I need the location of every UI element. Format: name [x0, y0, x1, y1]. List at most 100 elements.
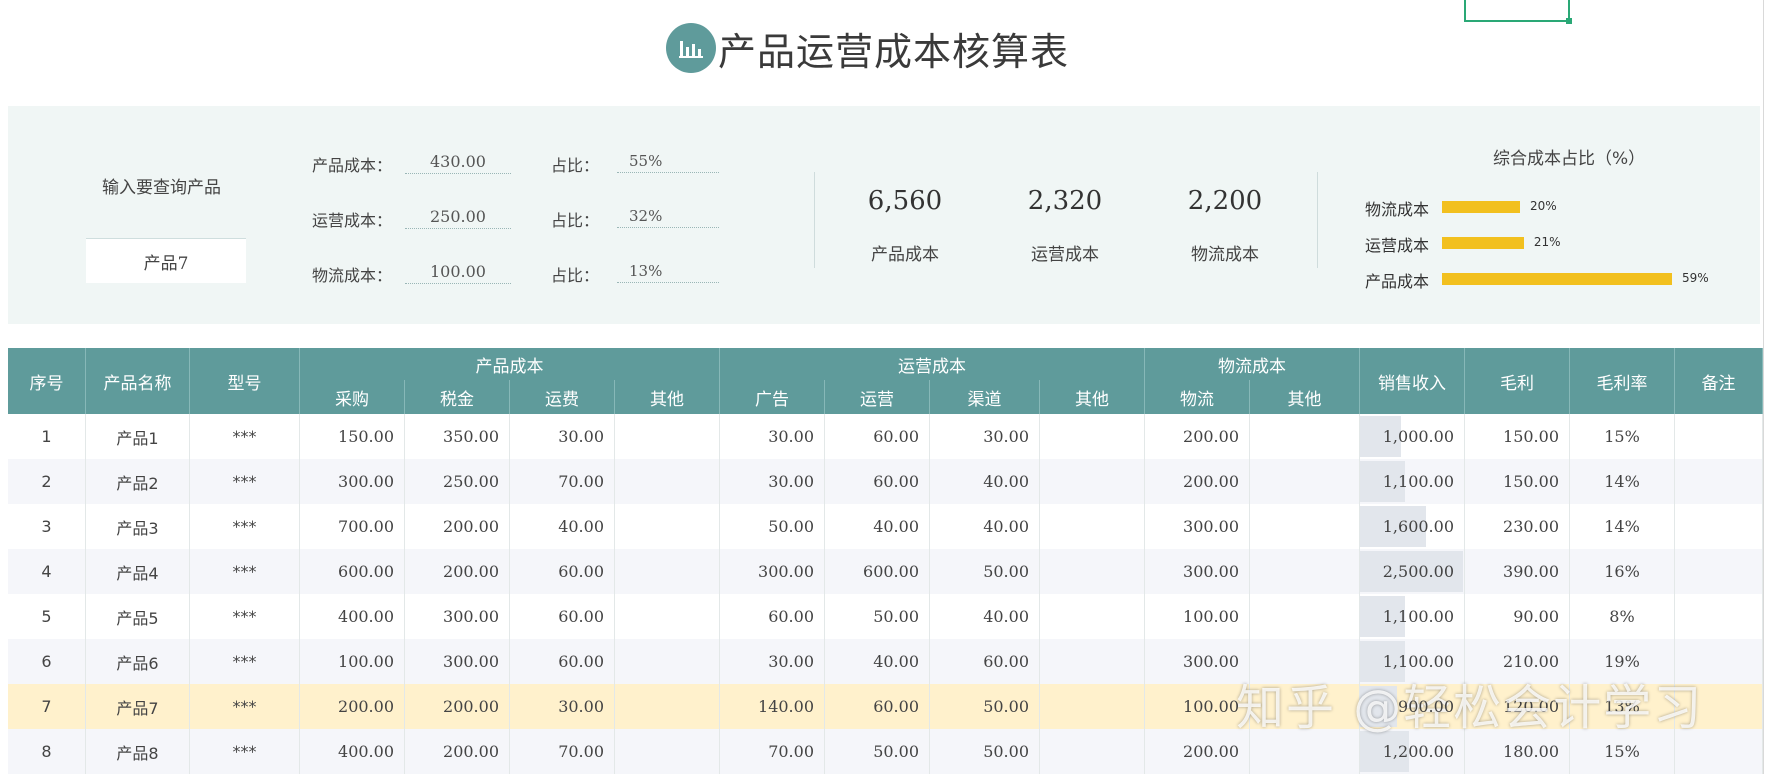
cell-model: *** — [190, 639, 300, 684]
cell-name: 产品5 — [86, 594, 190, 639]
cell-text: 200.00 — [1183, 472, 1239, 491]
cell-text: 6 — [41, 652, 52, 671]
cell-name: 产品6 — [86, 639, 190, 684]
cell-text: 180.00 — [1503, 742, 1559, 761]
cell-text: 70.00 — [558, 472, 604, 491]
table-row: 3 产品3 *** 700.00 200.00 40.00 50.00 40.00 40.00 3… — [8, 504, 1763, 549]
cell-channel: 30.00 — [930, 414, 1040, 459]
cell-oc-other — [1040, 639, 1145, 684]
cell-purchase: 600.00 — [300, 549, 405, 594]
cell-text: 产品6 — [116, 653, 159, 673]
cell-tax: 200.00 — [405, 729, 510, 774]
cell-notes — [1675, 504, 1763, 549]
cell-ads: 30.00 — [720, 639, 825, 684]
cell-text: 100.00 — [1183, 607, 1239, 626]
cell-model: *** — [190, 549, 300, 594]
cell-model: *** — [190, 414, 300, 459]
cell-ads: 30.00 — [720, 414, 825, 459]
cell-text: 产品4 — [116, 563, 159, 583]
cell-channel: 40.00 — [930, 594, 1040, 639]
cell-text: 150.00 — [338, 427, 394, 446]
header-sales: 销售收入 — [1360, 348, 1465, 414]
sheet-right-border — [1763, 0, 1764, 774]
cell-text: 300.00 — [758, 562, 814, 581]
cell-pc-other — [615, 729, 720, 774]
bar-2 — [1442, 237, 1524, 249]
cell-oc-other — [1040, 459, 1145, 504]
cell-text: 产品5 — [116, 608, 159, 628]
cell-lc-other — [1250, 594, 1360, 639]
bar-value-label: 20% — [1529, 199, 1557, 213]
subheader-channel: 渠道 — [930, 380, 1040, 414]
breakdown-label: 产品成本： — [312, 156, 393, 175]
cell-text: 300.00 — [1183, 562, 1239, 581]
cell-oc-other — [1040, 594, 1145, 639]
cell-ads: 300.00 — [720, 549, 825, 594]
cell-pc-other — [615, 549, 720, 594]
cell-notes — [1675, 459, 1763, 504]
cell-freight: 40.00 — [510, 504, 615, 549]
cell-name: 产品1 — [86, 414, 190, 459]
cell-text: 产品8 — [116, 743, 159, 763]
bar-chart-icon — [666, 23, 716, 73]
cell-text: 60.00 — [558, 562, 604, 581]
bar-label: 运营成本 — [1365, 236, 1430, 255]
cell-tax: 200.00 — [405, 549, 510, 594]
cell-gross-profit: 150.00 — [1465, 459, 1570, 504]
sales-value: 900.00 — [1398, 697, 1454, 716]
cell-text: 100.00 — [338, 652, 394, 671]
table-row: 4 产品4 *** 600.00 200.00 60.00 300.00 600.00 50.0… — [8, 549, 1763, 594]
cell-oc-other — [1040, 549, 1145, 594]
cell-operations: 60.00 — [825, 414, 930, 459]
cell-text: 40.00 — [983, 607, 1029, 626]
cell-channel: 50.00 — [930, 549, 1040, 594]
cell-model: *** — [190, 684, 300, 729]
title-text: 产品运营成本核算表 — [718, 29, 1070, 74]
cell-text: 60.00 — [558, 607, 604, 626]
cell-freight: 60.00 — [510, 549, 615, 594]
cell-text: 15% — [1604, 742, 1640, 761]
share-label: 占比： — [551, 266, 600, 285]
sales-value: 1,100.00 — [1382, 472, 1454, 491]
selected-cell-outline[interactable] — [1464, 0, 1572, 24]
cell-text: 200.00 — [1183, 427, 1239, 446]
cell-text: 3 — [41, 517, 52, 536]
cell-text: *** — [232, 472, 257, 491]
table-row: 2 产品2 *** 300.00 250.00 70.00 30.00 60.00 40.00 2… — [8, 459, 1763, 504]
cell-freight: 60.00 — [510, 639, 615, 684]
cell-freight: 70.00 — [510, 459, 615, 504]
subheader-purchase: 采购 — [300, 380, 405, 414]
cell-channel: 60.00 — [930, 639, 1040, 684]
cell-text: 200.00 — [443, 562, 499, 581]
cell-ads: 60.00 — [720, 594, 825, 639]
cell-text: *** — [232, 697, 257, 716]
breakdown-value: 430.00 — [405, 152, 511, 174]
watermark: 知乎 @轻松会计学习 — [1236, 680, 1704, 736]
cell-text: 200.00 — [338, 697, 394, 716]
product-query-input[interactable]: 产品7 — [86, 238, 246, 283]
breakdown-value: 100.00 — [405, 262, 511, 284]
header-product-cost: 产品成本 — [300, 348, 720, 380]
cell-text: 5 — [41, 607, 52, 626]
cell-lc-other — [1250, 549, 1360, 594]
cell-channel: 40.00 — [930, 459, 1040, 504]
cell-text: 60.00 — [873, 697, 919, 716]
cell-text: 400.00 — [338, 607, 394, 626]
cell-text: 30.00 — [558, 427, 604, 446]
cell-pc-other — [615, 459, 720, 504]
cell-text: 600.00 — [338, 562, 394, 581]
cell-logistics: 300.00 — [1145, 549, 1250, 594]
cell-text: *** — [232, 427, 257, 446]
cell-pc-other — [615, 504, 720, 549]
cell-text: 200.00 — [443, 697, 499, 716]
subheader-freight: 运费 — [510, 380, 615, 414]
cell-text: 40.00 — [983, 517, 1029, 536]
share-value: 13% — [617, 262, 719, 283]
cell-text: 300.00 — [1183, 652, 1239, 671]
cell-margin: 14% — [1570, 459, 1675, 504]
cell-seq: 6 — [8, 639, 86, 684]
cell-text: 1 — [41, 427, 52, 446]
cell-logistics: 200.00 — [1145, 414, 1250, 459]
share-label: 占比： — [551, 211, 600, 230]
total-label: 物流成本 — [1191, 245, 1259, 265]
